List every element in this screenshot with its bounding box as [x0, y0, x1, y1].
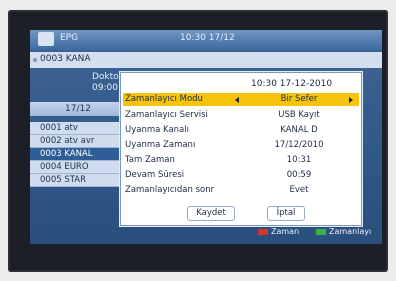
after-timer-value: Evet: [289, 185, 309, 195]
channel-item-selected[interactable]: 0003 KANAL: [30, 148, 120, 161]
timer-service-row[interactable]: Zamanlayıcı Servisi USB Kayıt: [123, 109, 359, 122]
channel-item[interactable]: 0002 atv avr: [30, 135, 120, 148]
channel-item[interactable]: 0004 EURO: [30, 161, 120, 174]
after-timer-row[interactable]: Zamanlayıcıdan sonr Evet: [123, 184, 359, 197]
tv-screen: EPG 10:30 17/12 0003 KANA Dokto 09:00 17…: [30, 30, 382, 244]
legend-red-label: Zaman: [271, 227, 300, 236]
epg-date: 17/12: [65, 104, 91, 114]
epg-detail-line2: 09:00: [92, 83, 118, 93]
epg-event-text: 0003 KANA: [40, 54, 91, 64]
duration-label: Devam Süresi: [125, 170, 185, 180]
channel-item[interactable]: 0005 STAR: [30, 174, 120, 187]
wakeup-channel-value: KANAL D: [280, 125, 318, 135]
cancel-button[interactable]: İptal: [267, 206, 305, 221]
wakeup-channel-label: Uyanma Kanalı: [125, 125, 189, 135]
legend-red: Zaman: [258, 227, 299, 236]
exact-time-value: 10:31: [286, 155, 312, 165]
wakeup-date-label: Uyanma Zamanı: [125, 140, 196, 150]
legend-green-label: Zamanlayı: [329, 227, 372, 236]
epg-logo-icon: [38, 32, 54, 46]
tv-frame: EPG 10:30 17/12 0003 KANA Dokto 09:00 17…: [8, 10, 388, 272]
legend-green: Zamanlayı: [316, 227, 371, 236]
wakeup-date-row[interactable]: Uyanma Zamanı 17/12/2010: [123, 139, 359, 152]
exact-time-row[interactable]: Tam Zaman 10:31: [123, 154, 359, 167]
epg-title: EPG: [60, 33, 79, 43]
arrow-right-icon[interactable]: [349, 97, 353, 103]
epg-time: 10:30 17/12: [180, 33, 235, 43]
timer-mode-row[interactable]: Zamanlayıcı Modu Bir Sefer: [123, 93, 359, 106]
timer-mode-value: Bir Sefer: [280, 94, 318, 104]
wakeup-channel-row[interactable]: Uyanma Kanalı KANAL D: [123, 124, 359, 137]
red-key-icon: [258, 228, 268, 235]
arrow-left-icon[interactable]: [235, 97, 239, 103]
epg-detail-line1: Dokto: [92, 72, 119, 82]
timer-service-label: Zamanlayıcı Servisi: [125, 110, 208, 120]
timer-mode-label: Zamanlayıcı Modu: [125, 94, 203, 104]
green-key-icon: [316, 228, 326, 235]
epg-channel-list: 0001 atv 0002 atv avr 0003 KANAL 0004 EU…: [30, 122, 120, 187]
save-button[interactable]: Kaydet: [187, 206, 235, 221]
channel-item[interactable]: 0001 atv: [30, 122, 120, 135]
dialog-datetime: 10:30 17-12-2010: [251, 79, 333, 89]
after-timer-label: Zamanlayıcıdan sonr: [125, 185, 215, 195]
exact-time-label: Tam Zaman: [125, 155, 175, 165]
timer-dialog: 10:30 17-12-2010 Zamanlayıcı Modu Bir Se…: [120, 72, 362, 226]
event-bullet-icon: [33, 58, 37, 62]
wakeup-date-value: 17/12/2010: [274, 140, 324, 150]
timer-service-value: USB Kayıt: [278, 110, 320, 120]
duration-value: 00:59: [286, 170, 312, 180]
duration-row[interactable]: Devam Süresi 00:59: [123, 169, 359, 182]
